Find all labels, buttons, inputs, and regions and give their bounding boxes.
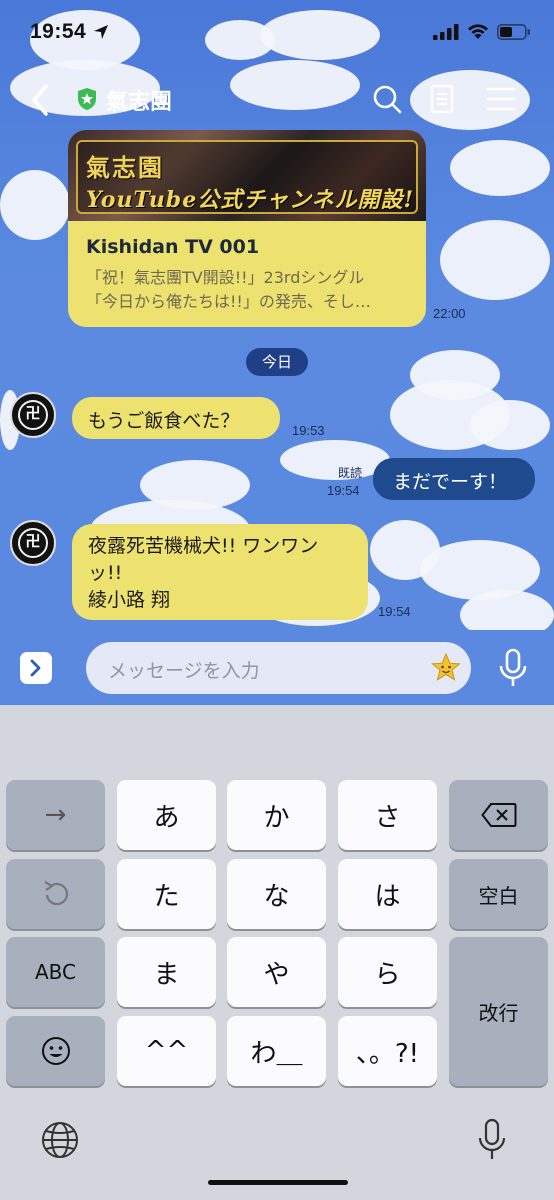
- link-preview-card[interactable]: 氣志園 YouTube公式チャンネル開設! Kishidan TV 001 「祝…: [68, 130, 426, 327]
- key-return[interactable]: 改行: [449, 937, 548, 1086]
- message-timestamp: 19:53: [292, 423, 325, 438]
- search-icon[interactable]: [372, 84, 402, 114]
- key-delete[interactable]: [449, 780, 548, 850]
- home-indicator: [208, 1180, 348, 1185]
- backspace-icon: [480, 803, 516, 827]
- japanese-keyboard: → あ か さ た な は 空白 ABC ま や ら 改行 ^^ わ＿ 、。?!: [0, 705, 554, 1200]
- avatar[interactable]: 卍: [10, 520, 56, 566]
- chat-header: 氣志團: [0, 74, 554, 124]
- input-placeholder: メッセージを入力: [108, 660, 260, 682]
- key-space[interactable]: 空白: [449, 859, 548, 929]
- key-emoji[interactable]: [6, 1016, 105, 1086]
- undo-icon: [43, 881, 68, 906]
- emoji-icon: [41, 1037, 70, 1065]
- card-thumbnail: 氣志園 YouTube公式チャンネル開設!: [68, 130, 426, 221]
- key-ya[interactable]: や: [227, 937, 326, 1007]
- notes-icon[interactable]: [430, 84, 454, 114]
- message-text: もうご飯食べた？: [88, 410, 240, 432]
- key-ma[interactable]: ま: [117, 937, 216, 1007]
- key-undo[interactable]: [6, 859, 105, 929]
- dictation-microphone-icon[interactable]: [477, 1118, 507, 1162]
- incoming-message[interactable]: もうご飯食べた？: [72, 397, 280, 439]
- date-separator: 今日: [246, 348, 308, 376]
- read-receipt: 既読: [338, 466, 363, 480]
- key-na[interactable]: な: [227, 859, 326, 929]
- chat-title[interactable]: 氣志團: [106, 84, 172, 116]
- key-punctuation[interactable]: 、。?!: [338, 1016, 437, 1086]
- card-title: Kishidan TV 001: [86, 236, 260, 258]
- key-sa[interactable]: さ: [338, 780, 437, 850]
- key-abc[interactable]: ABC: [6, 937, 105, 1007]
- menu-icon[interactable]: [486, 86, 516, 112]
- outgoing-message[interactable]: まだでーす！: [373, 458, 535, 500]
- key-emoticon[interactable]: ^^: [117, 1016, 216, 1086]
- back-chevron-icon[interactable]: [26, 80, 56, 120]
- sticker-icon[interactable]: [430, 652, 462, 684]
- wifi-icon: [468, 24, 488, 39]
- message-text-line: ッ!!: [88, 562, 123, 584]
- arrow-right-icon: →: [44, 800, 67, 830]
- key-ha[interactable]: は: [338, 859, 437, 929]
- message-timestamp: 19:54: [327, 483, 360, 498]
- incoming-message[interactable]: 夜露死苦機械犬!! ワンワン ッ!! 綾小路 翔: [72, 524, 368, 620]
- card-description: 「祝！氣志團TV開設!!」23rdシングル 「今日から俺たちは!!」の発売、そし…: [86, 266, 414, 314]
- message-timestamp: 19:54: [378, 604, 411, 619]
- key-ta[interactable]: た: [117, 859, 216, 929]
- key-arrow[interactable]: →: [6, 780, 105, 850]
- cellular-signal-icon: [433, 24, 459, 40]
- message-text-line: 夜露死苦機械犬!! ワンワン: [88, 535, 319, 557]
- verified-shield-icon: [78, 88, 96, 110]
- card-desc-line: 「今日から俺たちは!!」の発売、そし…: [86, 292, 371, 311]
- key-a[interactable]: あ: [117, 780, 216, 850]
- chevron-right-icon: [30, 659, 41, 677]
- status-time: 19:54: [30, 20, 87, 43]
- location-arrow-icon: [94, 25, 108, 39]
- card-image-subtitle: YouTube公式チャンネル開設!: [86, 187, 415, 213]
- message-input[interactable]: メッセージを入力: [86, 642, 471, 694]
- avatar[interactable]: 卍: [10, 392, 56, 438]
- message-text: まだでーす！: [393, 471, 508, 493]
- message-timestamp: 22:00: [433, 306, 466, 321]
- message-text-line: 綾小路 翔: [88, 589, 171, 611]
- battery-icon: [497, 24, 530, 40]
- key-ra[interactable]: ら: [338, 937, 437, 1007]
- expand-menu-button[interactable]: [20, 652, 52, 684]
- key-ka[interactable]: か: [227, 780, 326, 850]
- globe-icon[interactable]: [40, 1120, 80, 1160]
- card-desc-line: 「祝！氣志團TV開設!!」23rdシングル: [86, 268, 365, 287]
- key-wa[interactable]: わ＿: [227, 1016, 326, 1086]
- microphone-icon[interactable]: [498, 648, 528, 688]
- card-image-title: 氣志園: [86, 153, 164, 182]
- status-bar: 19:54: [0, 0, 554, 62]
- message-input-bar: メッセージを入力: [0, 630, 554, 705]
